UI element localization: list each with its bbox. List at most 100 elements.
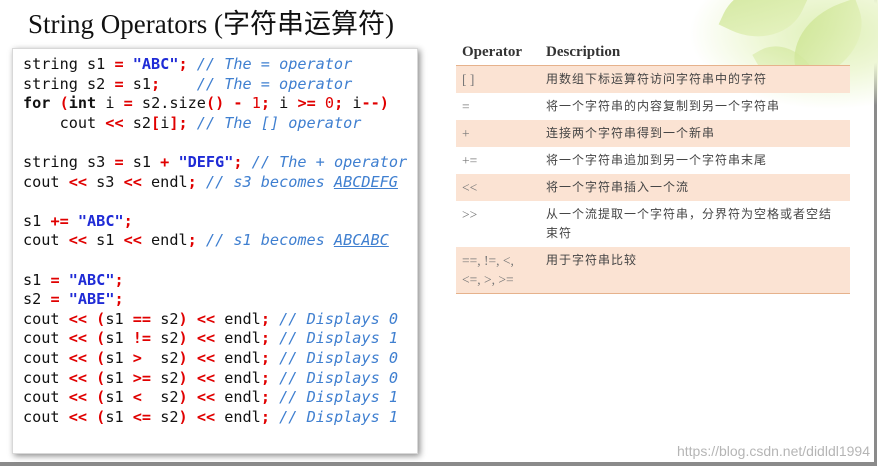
code-token: endl [215, 309, 261, 328]
code-token: ]; [169, 113, 188, 132]
code-token: // Displays 1 [279, 388, 399, 407]
code-token: << [68, 309, 88, 328]
code-token: endl [141, 172, 188, 191]
code-token: 1 [251, 94, 261, 113]
description-cell: 将一个字符串的内容复制到另一个字符串 [546, 99, 781, 113]
code-token: <= [132, 407, 152, 426]
code-line: cout << s3 << endl; // s3 becomes ABCDEF… [23, 173, 407, 193]
code-token: < [132, 388, 142, 407]
code-token: 0 [324, 94, 335, 113]
code-token: ; [123, 211, 133, 230]
operator-cell: += [462, 153, 478, 168]
code-token: - [233, 94, 243, 113]
table-row: = 将一个字符串的内容复制到另一个字符串 [456, 93, 850, 120]
code-token: ( [96, 329, 106, 348]
description-cell: 从一个流提取一个字符串，分界符为空格或者空结束符 [546, 207, 833, 240]
code-token: != [132, 329, 152, 348]
code-panel: string s1 = "ABC"; // The = operator stri… [12, 48, 418, 454]
code-token: endl [141, 231, 188, 250]
code-token: // Displays 0 [279, 309, 399, 328]
code-token: = [50, 290, 60, 309]
code-token: << [68, 231, 88, 250]
code-line: string s3 = s1 + "DEFG"; // The + operat… [23, 153, 407, 173]
code-token: ) [178, 407, 188, 426]
description-cell: 将一个字符串插入一个流 [540, 174, 850, 201]
code-token: // The = operator [196, 55, 353, 73]
code-token: // Displays 1 [279, 407, 399, 426]
code-token: ; [260, 94, 271, 113]
code-token: ; [260, 388, 270, 407]
code-token: >= [132, 368, 152, 387]
code-token: endl [215, 368, 261, 387]
code-token: string s1 [23, 55, 115, 73]
code-token: cout [23, 231, 69, 250]
code-token: << [123, 231, 142, 250]
code-token: << [196, 388, 216, 407]
code-token: // s1 becomes [205, 231, 334, 250]
code-token: = [114, 152, 124, 171]
code-token: cout [23, 388, 69, 407]
code-line: cout << (s1 != s2) << endl; // Displays … [23, 329, 407, 349]
code-token: ABCABC [333, 231, 389, 250]
code-token: ; [187, 231, 197, 250]
code-token: cout [23, 407, 69, 426]
code-token: i [270, 94, 298, 113]
code-token: << [68, 407, 88, 426]
code-token: s1 [87, 231, 124, 250]
operators-table: Operator Description [ ] 用数组下标运算符访问字符串中的字… [456, 40, 850, 294]
code-token: cout [23, 309, 69, 328]
code-token: ( [96, 407, 106, 426]
code-token: () [205, 94, 225, 113]
table-row: << 将一个字符串插入一个流 [456, 174, 850, 201]
code-token: << [105, 113, 124, 132]
code-token: ; [187, 172, 197, 191]
code-token: ) [178, 368, 188, 387]
code-token: ( [96, 348, 106, 367]
code-token: s1 [105, 348, 133, 367]
code-block: string s1 = "ABC"; // The = operator stri… [23, 55, 407, 427]
code-token: ; [260, 309, 270, 328]
code-token: [ [151, 113, 161, 132]
code-token: s1 [105, 407, 133, 426]
code-line: string s1 = "ABC"; // The = operator [23, 55, 407, 75]
code-token: s2 [123, 113, 152, 132]
code-token: << [196, 348, 216, 367]
code-token: = [50, 270, 60, 289]
code-token: << [123, 172, 142, 191]
code-token: << [196, 368, 216, 387]
code-token: "ABC" [68, 270, 115, 289]
code-token: = [123, 94, 133, 113]
code-token: s2.size [132, 94, 206, 113]
code-line: cout << (s1 < s2) << endl; // Displays 1 [23, 388, 407, 408]
code-token: string s2 [23, 74, 115, 93]
code-token: ( [96, 309, 106, 328]
code-token: for [23, 94, 51, 113]
code-token: s1 [105, 329, 133, 348]
code-token: + [160, 152, 170, 171]
code-token: s2 [141, 388, 179, 407]
code-line [23, 251, 407, 271]
description-cell: 用数组下标运算符访问字符串中的字符 [540, 65, 850, 93]
code-token: << [68, 388, 88, 407]
code-token: ) [178, 388, 188, 407]
code-token: // The [] operator [196, 113, 362, 132]
code-token: ( [96, 368, 106, 387]
code-line [23, 192, 407, 212]
code-token: i [160, 113, 170, 132]
code-token: << [68, 368, 88, 387]
code-token: ; [260, 407, 270, 426]
code-token: ; [114, 270, 124, 289]
code-token: s1 [123, 152, 161, 171]
